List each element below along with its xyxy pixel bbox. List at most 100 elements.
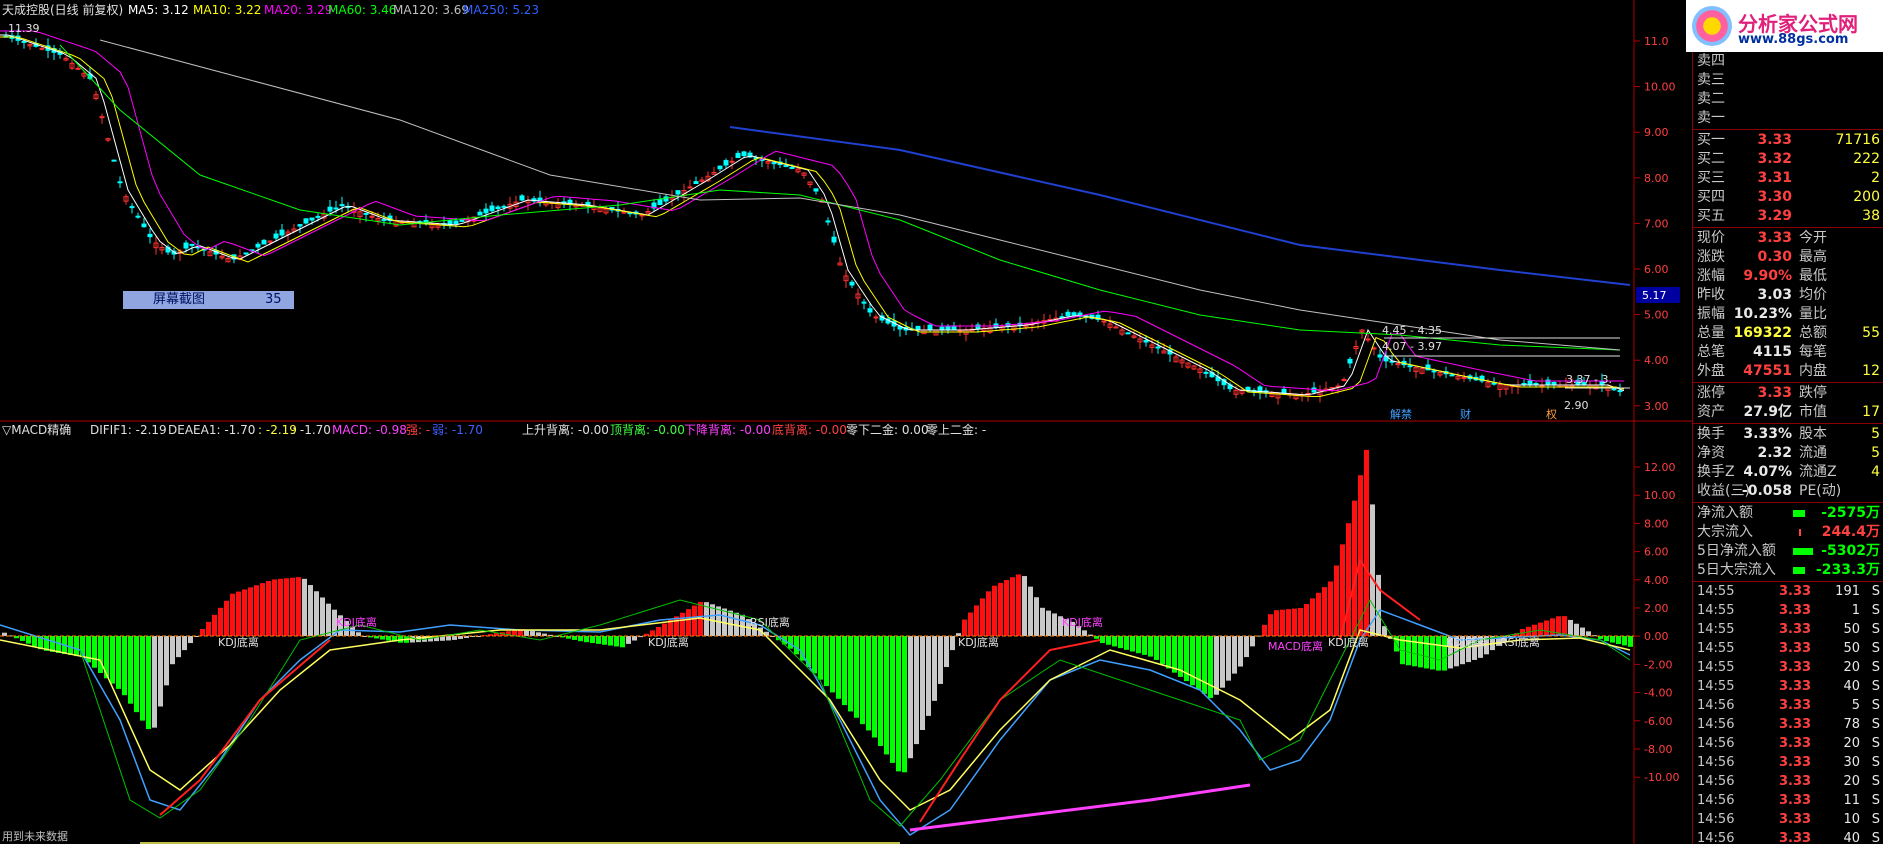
macd-bar <box>1046 610 1051 636</box>
macd-bar <box>1274 610 1279 636</box>
macd-bar <box>1082 630 1087 636</box>
buy-level: 买五 3.29 38 <box>1693 207 1883 226</box>
macd-bar <box>578 636 583 642</box>
candle-body <box>927 324 933 331</box>
macd-bar <box>680 612 685 636</box>
quote-label: 净资 <box>1697 445 1725 461</box>
candle-body <box>1113 326 1119 329</box>
buy-volume: 222 <box>1853 151 1880 167</box>
macd-bar <box>1238 636 1243 667</box>
top-divergence: 顶背离: -0.00 <box>610 422 685 437</box>
candle-body <box>783 165 789 168</box>
macd-bar <box>1142 636 1147 655</box>
macd-bar <box>1136 636 1141 654</box>
macd-tick-label: -4.00 <box>1644 687 1672 700</box>
above-zero-golden: 零上二金: - <box>926 422 986 437</box>
quote-label: 总量 <box>1697 325 1725 341</box>
tick-side: S <box>1871 717 1880 732</box>
macd-bar <box>122 636 127 696</box>
macd-bar <box>188 636 193 644</box>
tick-price: 3.33 <box>1779 736 1812 751</box>
tick-row: 14:56 3.33 20 S <box>1693 773 1883 791</box>
quote-value: 4.07% <box>1743 464 1792 480</box>
logo-flower-icon <box>1692 6 1732 46</box>
macd-bar <box>242 589 247 636</box>
candle-body <box>735 152 741 158</box>
macd-bar <box>620 636 625 648</box>
macd-bar <box>866 636 871 731</box>
candle-body <box>657 199 663 205</box>
macd-bar <box>614 636 619 647</box>
macd-bar <box>914 636 919 745</box>
buy-volume: 38 <box>1862 208 1880 224</box>
ma120-label: MA120: 3.69 <box>393 3 469 17</box>
quote-value: 3.03 <box>1757 287 1792 303</box>
marker-kdj-red-1: KDJ底离 <box>336 615 377 629</box>
ma60-line <box>59 44 1621 351</box>
quote-label: 昨收 <box>1697 287 1725 303</box>
price-tick-label: 9.00 <box>1644 126 1669 139</box>
tick-row: 14:56 3.33 40 S <box>1693 830 1883 844</box>
candle-body <box>687 186 693 189</box>
kline-chart[interactable]: 11.0 10.00 9.00 8.00 7.00 6.00 5.00 4.00 3.00 12… <box>0 0 1692 844</box>
tick-volume: 20 <box>1843 660 1860 675</box>
tick-side: S <box>1871 736 1880 751</box>
macd-bar <box>1016 574 1021 636</box>
macd-bar <box>386 636 391 641</box>
macd-bar <box>1580 627 1585 636</box>
macd-bar <box>320 597 325 636</box>
level-label-3: 3.37 - 3. <box>1566 373 1612 386</box>
candle-body <box>1101 320 1107 323</box>
candle-body <box>1617 390 1623 393</box>
event-right[interactable]: 权 <box>1546 408 1557 421</box>
tick-price: 3.33 <box>1779 660 1812 675</box>
macd-tick-label: 8.00 <box>1644 517 1669 530</box>
macd-bar <box>1226 636 1231 681</box>
buy-label: 买五 <box>1697 208 1725 224</box>
macd-bar <box>1544 620 1549 636</box>
candle-body <box>111 159 117 162</box>
macd-bar <box>284 578 289 636</box>
event-unlock[interactable]: 解禁 <box>1390 407 1412 421</box>
macd-tick-label: -8.00 <box>1644 743 1672 756</box>
tick-time: 14:55 <box>1697 603 1735 618</box>
screenshot-box[interactable]: 屏幕截图 35 <box>123 291 294 309</box>
event-finance[interactable]: 财 <box>1460 407 1471 421</box>
footer-note: 用到未来数据 <box>2 829 68 843</box>
macd-bar <box>848 636 853 712</box>
indicator-name[interactable]: ▽MACD精确 <box>2 423 71 437</box>
macd-bar <box>830 636 835 693</box>
buy-price: 3.32 <box>1757 151 1792 167</box>
quote-row: 涨跌 0.30 最高 <box>1693 248 1883 267</box>
macd-bar <box>1202 636 1207 694</box>
macd-bar <box>1328 581 1333 636</box>
macd-bar <box>1412 636 1417 667</box>
quote-row: 收益(三) -0.058 PE(动) <box>1693 482 1883 501</box>
quote-label-2: 流通Z <box>1799 464 1837 480</box>
macd-tick-label: 12.00 <box>1644 461 1676 474</box>
macd-bar <box>1430 636 1435 670</box>
tick-price: 3.33 <box>1779 793 1812 808</box>
tick-row: 14:55 3.33 1 S <box>1693 602 1883 620</box>
buy-level: 买四 3.30 200 <box>1693 188 1883 207</box>
tick-volume: 5 <box>1851 698 1860 713</box>
quote-label: 换手Z <box>1697 464 1735 480</box>
marker-rsi-1: RSI底离 <box>750 615 790 629</box>
candle-body <box>639 214 645 217</box>
quote-row: 总量 169322 总额 55 <box>1693 324 1883 343</box>
flow-bar <box>1793 548 1813 555</box>
separator <box>1693 423 1883 424</box>
buy-label: 买二 <box>1697 151 1725 167</box>
macd-bar <box>212 614 217 636</box>
macd-bar <box>92 636 97 668</box>
macd-bar <box>1574 623 1579 636</box>
macd-bar <box>944 636 949 668</box>
candle-body <box>1527 380 1533 386</box>
candle-body <box>117 181 123 184</box>
tick-time: 14:56 <box>1697 793 1735 808</box>
marker-kdj-5: KDJ底离 <box>1446 635 1487 649</box>
candle-body <box>147 233 153 238</box>
separator <box>1693 581 1883 582</box>
buy-level: 买三 3.31 2 <box>1693 169 1883 188</box>
macd-bar <box>530 631 535 636</box>
